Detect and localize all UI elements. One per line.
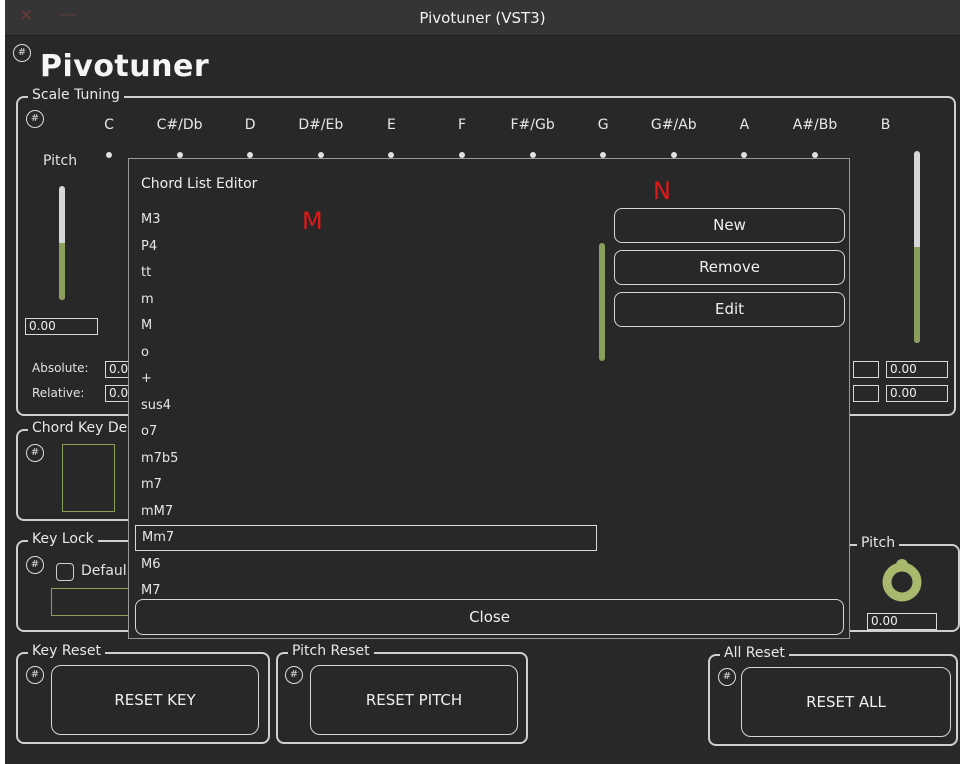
note-label: F xyxy=(457,117,467,133)
chord-list-editor-dialog: Chord List Editor M N M3 P4 tt m Mo + sus4 o7 m7… xyxy=(128,158,850,639)
note-label: D xyxy=(244,117,256,133)
chord-list-item[interactable]: Mm7 xyxy=(135,525,597,551)
chord-list-item[interactable]: + xyxy=(135,366,597,392)
note-label: D#/Eb xyxy=(298,117,344,133)
key-lock-help-icon[interactable]: # xyxy=(26,556,44,574)
chord-list-item[interactable]: o xyxy=(135,340,597,366)
chord-list-item[interactable]: m7 xyxy=(135,472,597,498)
key-lock-label: Key Lock xyxy=(28,531,98,547)
reset-all-button[interactable]: RESET ALL xyxy=(741,667,951,737)
absolute-label: Absolute: xyxy=(32,361,89,375)
chord-list-item[interactable]: m7b5 xyxy=(135,446,597,472)
note-label: E xyxy=(386,117,396,133)
key-lock-group: Key Lock xyxy=(16,531,146,632)
all-reset-label: All Reset xyxy=(720,645,789,661)
key-lock-display xyxy=(51,588,131,616)
chord-key-display xyxy=(62,444,115,512)
chord-list-item[interactable]: m xyxy=(135,287,597,313)
note-slider-handle[interactable] xyxy=(106,152,112,158)
pitch-slider-left[interactable] xyxy=(59,186,65,300)
window-title: Pivotuner (VST3) xyxy=(419,9,546,27)
pitch-reset-help-icon[interactable]: # xyxy=(285,666,303,684)
chord-list-item[interactable]: tt xyxy=(135,260,597,286)
reset-pitch-button[interactable]: RESET PITCH xyxy=(310,665,518,735)
marker-n: N xyxy=(653,177,671,205)
scale-tuning-label: Scale Tuning xyxy=(28,87,124,103)
remove-chord-button[interactable]: Remove xyxy=(614,250,845,285)
note-label: F#/Gb xyxy=(510,117,555,133)
chord-list-item[interactable]: M7 xyxy=(135,578,597,597)
note-label: C xyxy=(104,117,114,133)
default-checkbox[interactable] xyxy=(56,563,74,581)
pitch-reset-label: Pitch Reset xyxy=(288,643,374,659)
chord-key-detect-help-icon[interactable]: # xyxy=(26,444,44,462)
relative-value-right[interactable]: 0.00 xyxy=(886,385,948,402)
note-label: A xyxy=(739,117,750,133)
close-dialog-button[interactable]: Close xyxy=(135,599,844,635)
key-reset-label: Key Reset xyxy=(28,643,105,659)
note-label: B xyxy=(880,117,891,133)
pitch-panel-value[interactable]: 0.00 xyxy=(867,613,937,630)
note-label: A#/Bb xyxy=(792,117,838,133)
chord-list-item[interactable]: o7 xyxy=(135,419,597,445)
chord-list-item[interactable]: sus4 xyxy=(135,393,597,419)
pitch-panel-label: Pitch xyxy=(857,535,900,551)
title-bar: ✕ — Pivotuner (VST3) xyxy=(5,0,960,36)
absolute-value-b-partial[interactable] xyxy=(853,361,879,378)
chord-list-item[interactable]: mM7 xyxy=(135,499,597,525)
default-checkbox-label: Defaul xyxy=(81,563,127,579)
note-label: G#/Ab xyxy=(650,117,697,133)
new-chord-button[interactable]: New xyxy=(614,208,845,243)
pitch-knob-icon[interactable] xyxy=(878,556,926,604)
edit-chord-button[interactable]: Edit xyxy=(614,292,845,327)
chord-list-scrollbar[interactable] xyxy=(599,243,605,361)
absolute-value-right[interactable]: 0.00 xyxy=(886,361,948,378)
chord-list[interactable]: M3 P4 tt m Mo + sus4 o7 m7b5 m7 mM7 Mm7 M6 M7 xyxy=(135,207,605,597)
all-reset-help-icon[interactable]: # xyxy=(718,668,736,686)
pitch-slider-left-fill xyxy=(59,243,65,300)
pitch-value-field[interactable]: 0.00 xyxy=(25,318,98,335)
pitch-slider-right[interactable] xyxy=(914,151,920,343)
chord-list-item[interactable]: M xyxy=(135,313,597,339)
note-label: G xyxy=(597,117,609,133)
note-label: C#/Db xyxy=(156,117,203,133)
relative-value-b-partial[interactable] xyxy=(853,385,879,402)
chord-key-detect-label: Chord Key De xyxy=(28,420,132,436)
dialog-title: Chord List Editor xyxy=(141,176,258,192)
relative-label: Relative: xyxy=(32,386,85,400)
app-title: Pivotuner xyxy=(40,49,210,84)
reset-key-button[interactable]: RESET KEY xyxy=(51,665,259,735)
pitch-label: Pitch xyxy=(43,153,78,169)
key-reset-help-icon[interactable]: # xyxy=(26,666,44,684)
chord-list-item[interactable]: P4 xyxy=(135,234,597,260)
help-icon[interactable]: # xyxy=(13,44,31,62)
pitch-slider-right-fill xyxy=(914,247,920,343)
chord-list-item[interactable]: M3 xyxy=(135,207,597,233)
scale-tuning-help-icon[interactable]: # xyxy=(26,110,44,128)
chord-list-item[interactable]: M6 xyxy=(135,552,597,578)
plugin-window: ✕ — Pivotuner (VST3) # Pivotuner Scale T… xyxy=(5,0,960,764)
